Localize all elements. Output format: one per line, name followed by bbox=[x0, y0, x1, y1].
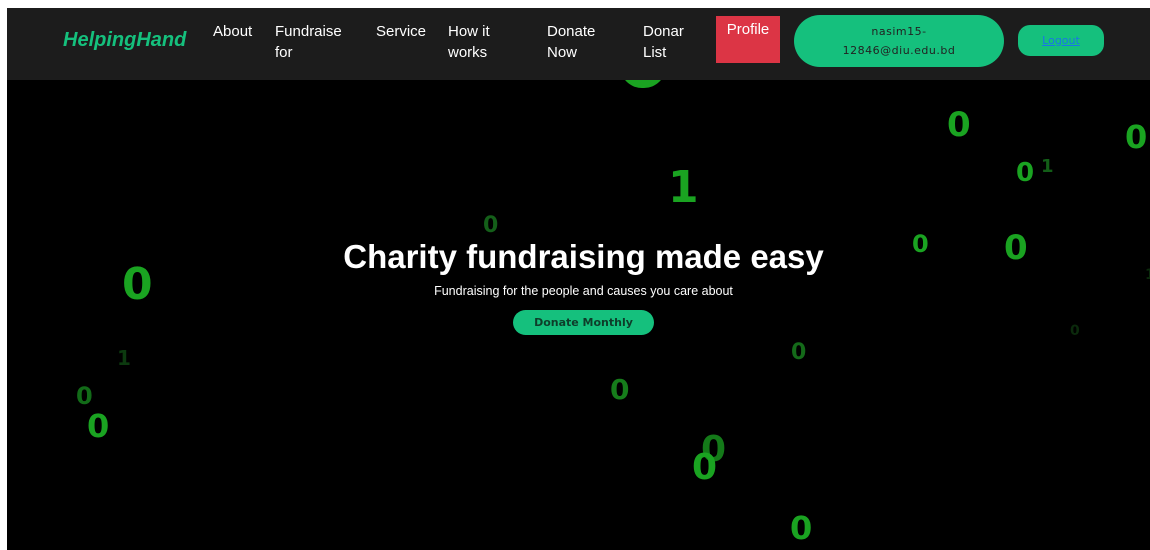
matrix-digit: 0 bbox=[1125, 118, 1148, 156]
hero-title: Charity fundraising made easy bbox=[343, 238, 824, 275]
matrix-digit: 1 bbox=[668, 162, 699, 213]
nav-link-service[interactable]: Service bbox=[376, 21, 426, 42]
matrix-digit: 0 bbox=[1070, 323, 1080, 339]
navbar: HelpingHand About Fundraise for Service … bbox=[7, 8, 1150, 80]
hero-subtitle: Fundraising for the people and causes yo… bbox=[434, 284, 733, 298]
matrix-digit: 0 bbox=[947, 105, 971, 145]
matrix-digit: 0 bbox=[76, 382, 93, 410]
logout-link[interactable]: Logout bbox=[1042, 34, 1080, 47]
logout-button[interactable]: Logout bbox=[1018, 25, 1104, 56]
page-frame: 0 0 0 1 1 0 0 0 0 0 1 0 0 0 0 0 0 0 1 He… bbox=[7, 8, 1150, 550]
matrix-digit: 0 bbox=[87, 407, 110, 445]
nav-link-how-it-works[interactable]: How it works bbox=[448, 21, 490, 63]
matrix-digit: 0 bbox=[790, 509, 813, 547]
matrix-digit: 1 bbox=[1041, 156, 1054, 177]
nav-link-about[interactable]: About bbox=[213, 21, 252, 42]
matrix-digit: 0 bbox=[610, 373, 630, 406]
profile-button[interactable]: Profile bbox=[716, 16, 780, 63]
nav-link-fundraise-for[interactable]: Fundraise for bbox=[275, 21, 342, 63]
matrix-digit: 0 bbox=[1016, 158, 1035, 188]
user-email-badge: nasim15- 12846@diu.edu.bd bbox=[794, 15, 1004, 67]
matrix-digit: 1 bbox=[117, 346, 131, 370]
donate-monthly-button[interactable]: Donate Monthly bbox=[513, 310, 654, 335]
nav-link-donar-list[interactable]: Donar List bbox=[643, 21, 684, 63]
brand-logo[interactable]: HelpingHand bbox=[63, 29, 186, 52]
matrix-digit: 0 bbox=[692, 447, 718, 488]
matrix-digit: 0 bbox=[791, 340, 807, 365]
matrix-digit: 0 bbox=[483, 213, 499, 238]
nav-link-donate-now[interactable]: Donate Now bbox=[547, 21, 595, 63]
